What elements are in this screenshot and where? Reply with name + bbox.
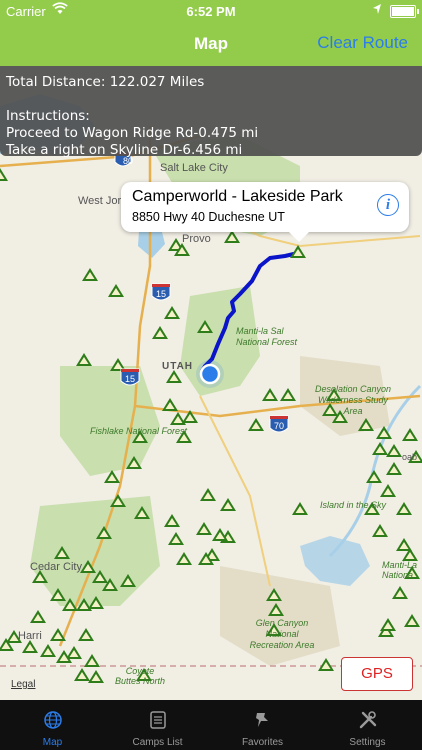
instruction-step: Proceed to Wagon Ridge Rd-0.475 mi <box>6 125 259 141</box>
current-location-dot <box>199 363 221 385</box>
label-west-jordan: West Jor <box>78 195 122 207</box>
label-desolation-fo: Desolation Canyon Wilderness Study Area <box>314 384 392 416</box>
campsite-marker[interactable] <box>200 488 216 501</box>
label-coyote-buttes-fo: Coyote Buttes North <box>114 666 166 686</box>
campsite-marker[interactable] <box>74 668 90 681</box>
tab-label: Map <box>42 737 63 748</box>
label-moab: oab <box>402 452 417 462</box>
campsite-marker[interactable] <box>290 245 306 258</box>
campsite-marker[interactable] <box>386 462 402 475</box>
instruction-step: Take a right on Skyline Dr-6.456 mi <box>6 142 243 158</box>
tab-map[interactable]: Map <box>0 700 105 750</box>
navigation-bar: Map Clear Route <box>0 22 422 66</box>
campsite-marker[interactable] <box>366 470 382 483</box>
tab-camps-list[interactable]: Camps List <box>105 700 210 750</box>
campsite-marker[interactable] <box>82 268 98 281</box>
gps-button[interactable]: GPS <box>341 657 413 691</box>
callout-address: 8850 Hwy 40 Duchesne UT <box>132 210 285 224</box>
label-salt-lake-city: Salt Lake City <box>160 162 228 174</box>
campsite-marker[interactable] <box>30 610 46 623</box>
interstate-15-number: 15 <box>156 289 166 299</box>
campsite-marker[interactable] <box>380 484 396 497</box>
clock: 6:52 PM <box>186 4 236 19</box>
campsite-marker[interactable] <box>162 398 178 411</box>
campsite-marker[interactable] <box>404 614 420 627</box>
location-arrow-icon <box>372 3 382 18</box>
campsite-marker[interactable] <box>108 284 124 297</box>
callout-title: Camperworld - Lakeside Park <box>132 188 343 205</box>
campsite-marker[interactable] <box>372 442 388 455</box>
status-bar: Carrier 6:52 PM <box>0 0 422 22</box>
tab-settings[interactable]: Settings <box>315 700 420 750</box>
label-utah: UTAH <box>162 361 193 372</box>
tab-label: Settings <box>349 737 386 748</box>
campsite-marker[interactable] <box>372 524 388 537</box>
campsite-marker[interactable] <box>176 552 192 565</box>
label-manti-la-sal-fo: Manti-la Sal National Forest <box>236 326 298 347</box>
legal-link[interactable]: Legal <box>11 679 35 690</box>
info-icon[interactable]: i <box>377 194 399 216</box>
campsite-marker[interactable] <box>262 388 278 401</box>
globe-icon <box>44 711 62 729</box>
instructions-heading: Instructions: <box>6 108 90 124</box>
campsite-marker[interactable] <box>380 618 396 631</box>
campsite-marker[interactable] <box>292 502 308 515</box>
campsite-marker[interactable] <box>402 428 418 441</box>
lake-powell <box>300 536 370 586</box>
label-island-in-the-sky: Island in the Sky <box>320 500 387 510</box>
campsite-marker[interactable] <box>84 654 100 667</box>
campsite-callout[interactable]: Camperworld - Lakeside Park 8850 Hwy 40 … <box>121 182 409 242</box>
interstate-70-number: 70 <box>274 421 284 431</box>
campsite-marker[interactable] <box>76 353 92 366</box>
label-manti-la-sal-2: Manti-La Nationa <box>382 560 418 580</box>
label-harris: Harri <box>18 630 42 642</box>
campsite-marker[interactable] <box>170 412 186 425</box>
campsite-marker[interactable] <box>78 628 94 641</box>
campsite-marker[interactable] <box>318 658 334 671</box>
label-glen-canyon-fo: Glen Canyon National Recreation Area <box>249 618 315 650</box>
tab-label: Favorites <box>241 737 284 748</box>
tab-favorites[interactable]: Favorites <box>210 700 315 750</box>
battery-tip <box>417 9 419 14</box>
map-view[interactable]: 80 15 15 70 Salt Lake City West Jor Prov… <box>0 66 422 700</box>
campsite-marker[interactable] <box>40 644 56 657</box>
list-icon <box>150 711 166 729</box>
label-coyote-buttes: Coyote Buttes North <box>114 666 166 686</box>
map-canvas: 80 15 15 70 Salt Lake City West Jor Prov… <box>0 94 422 686</box>
tools-icon <box>359 711 377 729</box>
clear-route-button[interactable]: Clear Route <box>317 33 408 53</box>
campsite-marker[interactable] <box>386 444 402 457</box>
fishlake-forest <box>60 366 160 476</box>
campsite-marker[interactable] <box>164 514 180 527</box>
label-glen-canyon: Glen Canyon National Recreation Area <box>249 618 315 650</box>
route-info-panel: Total Distance: 122.027 Miles Instructio… <box>0 66 422 158</box>
campsite-marker[interactable] <box>0 168 8 181</box>
label-cedar-city: Cedar City <box>30 561 82 573</box>
tab-bar: Map Camps List Favorites Settings <box>0 700 422 750</box>
pin-icon <box>256 713 268 727</box>
campsite-marker[interactable] <box>220 498 236 511</box>
label-provo: Provo <box>182 233 211 245</box>
campsite-marker[interactable] <box>280 388 296 401</box>
campsite-marker[interactable] <box>196 522 212 535</box>
campsite-marker[interactable] <box>248 418 264 431</box>
total-distance: Total Distance: 122.027 Miles <box>6 74 205 90</box>
campsite-marker[interactable] <box>152 326 168 339</box>
campsite-marker[interactable] <box>168 532 184 545</box>
campsite-marker[interactable] <box>66 646 82 659</box>
label-desolation: Desolation Canyon Wilderness Study Area <box>314 384 392 416</box>
label-fishlake: Fishlake National Forest <box>90 426 188 436</box>
battery-icon <box>390 5 416 18</box>
interstate-15-number-2: 15 <box>125 374 135 384</box>
campsite-marker[interactable] <box>88 670 104 683</box>
campsite-marker[interactable] <box>164 306 180 319</box>
label-manti-la-sal-2-fo: Manti-La Nationa <box>382 560 418 580</box>
campsite-marker[interactable] <box>396 502 412 515</box>
label-manti-la-sal: Manti-la Sal National Forest <box>236 326 298 347</box>
tab-label: Camps List <box>132 737 183 748</box>
